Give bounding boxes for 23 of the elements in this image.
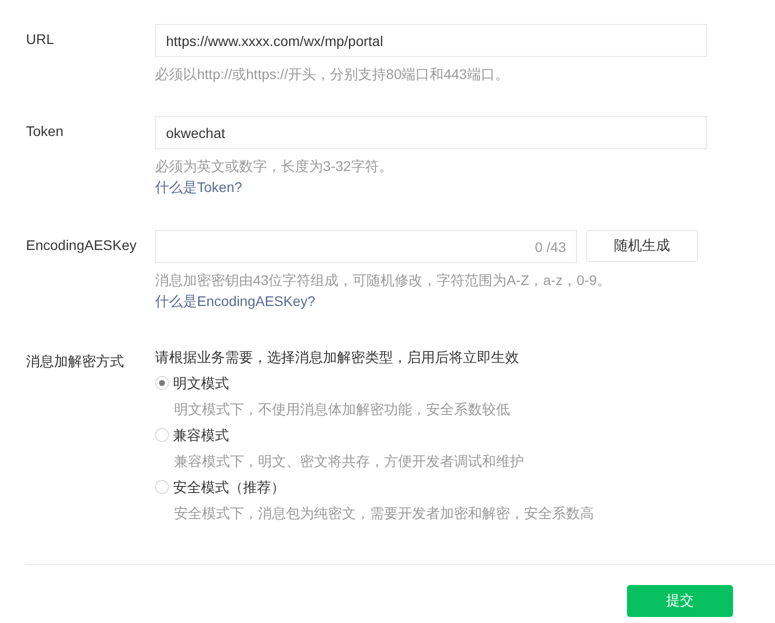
radio-label[interactable]: 兼容模式 [173,424,229,446]
help-link[interactable]: 什么是Token? [155,176,242,198]
radio-button[interactable] [155,428,169,442]
hint-text: 必须以http://或https://开头，分别支持80端口和443端口。 [155,65,509,84]
hint-text: 必须为英文或数字，长度为3-32字符。 [155,157,394,176]
hint-text: 消息加密密钥由43位字符组成，可随机修改，字符范围为A-Z，a-z，0-9。 [155,271,611,290]
option-description: 安全模式下，消息包为纯密文，需要开发者加密和解密，安全系数高 [174,504,594,523]
token-field[interactable]: okwechat [155,116,707,149]
field-label: 消息加解密方式 [26,352,125,371]
radio-label[interactable]: 明文模式 [173,372,229,394]
radio-label[interactable]: 安全模式（推荐） [173,476,285,498]
mode-intro-text: 请根据业务需要，选择消息加解密类型，启用后将立即生效 [155,348,519,367]
field-label: URL [26,30,56,49]
radio-button[interactable] [155,480,169,494]
option-description: 明文模式下，不使用消息体加解密功能，安全系数较低 [174,400,510,419]
help-link[interactable]: 什么是EncodingAESKey? [155,290,316,312]
url-field[interactable]: https://www.xxxx.com/wx/mp/portal [155,24,707,57]
field-label: EncodingAESKey [26,236,138,255]
character-counter: 0 /43 [534,238,566,254]
option-description: 兼容模式下，明文、密文将共存，方便开发者调试和维护 [174,452,524,471]
generate-button[interactable]: 随机生成 [586,230,698,262]
radio-button[interactable] [155,376,169,390]
field-label: Token [26,122,64,141]
